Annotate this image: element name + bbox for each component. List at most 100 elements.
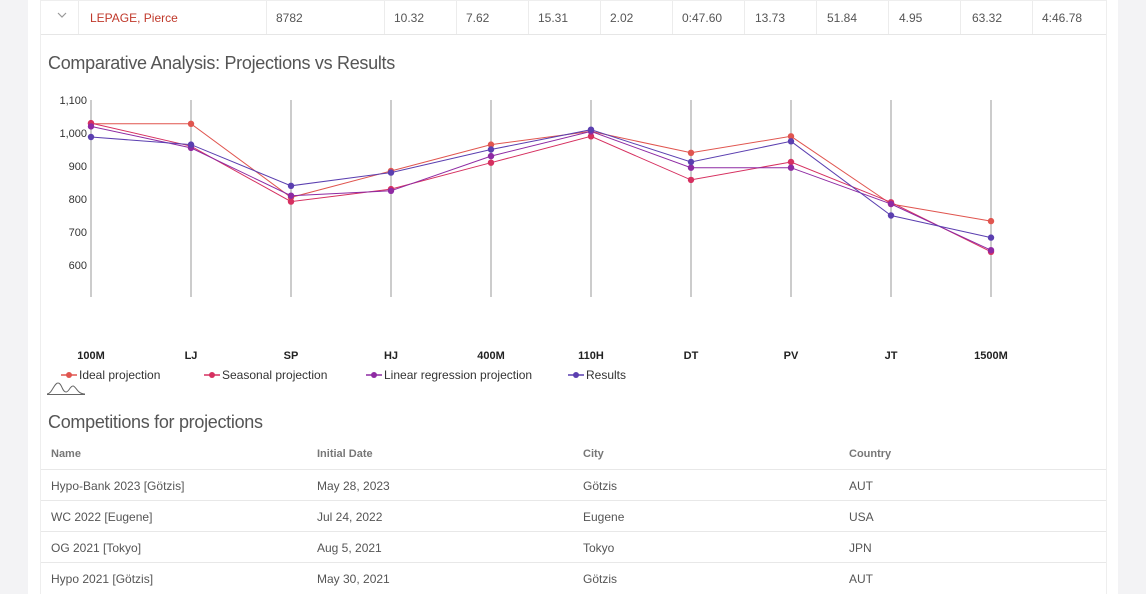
competition-date: Aug 5, 2021 [317,541,382,555]
competition-country: JPN [849,541,872,555]
content-card: LEPAGE, Pierce 8782 10.32 7.62 15.31 2.0… [40,0,1107,594]
competition-country: USA [849,510,874,524]
column-header-city[interactable]: City [583,448,604,460]
column-divider [744,1,745,34]
data-point [987,217,995,225]
athlete-table-row[interactable]: LEPAGE, Pierce 8782 10.32 7.62 15.31 2.0… [41,0,1106,35]
y-tick-label: 1,000 [59,128,87,140]
legend-label: Ideal projection [79,368,161,382]
column-header-initial-date[interactable]: Initial Date [317,448,373,460]
data-point [487,159,495,166]
column-divider [528,1,529,34]
x-tick-label: 1500M [974,350,1008,362]
column-divider [78,1,79,34]
mark-sp: 15.31 [538,11,569,25]
legend-marker [366,372,382,378]
comparison-line-chart: 100M LJ SP HJ 400M 110H DT PV JT 1500M 600 700 800 90… [59,95,1008,362]
chart-title: Comparative Analysis: Projections vs Res… [48,53,395,73]
y-tick-label: 800 [69,194,87,206]
data-point [287,182,295,189]
data-point [887,212,895,219]
table-row[interactable]: OG 2021 [Tokyo] Aug 5, 2021 Tokyo JPN [41,531,1106,562]
mark-1500m: 4:46.78 [1042,11,1083,25]
column-header-name[interactable]: Name [51,448,81,460]
total-points: 8782 [276,11,303,25]
column-header-country[interactable]: Country [849,448,891,460]
data-point [887,200,895,208]
x-tick-label: JT [885,350,898,362]
data-point [687,176,695,184]
table-row[interactable]: Hypo-Bank 2023 [Götzis] May 28, 2023 Göt… [41,469,1106,500]
data-point [87,123,95,130]
main-panel: LEPAGE, Pierce 8782 10.32 7.62 15.31 2.0… [28,0,1118,594]
table-row[interactable]: Hypo 2021 [Götzis] May 30, 2021 Götzis A… [41,562,1106,593]
data-point [787,138,795,145]
x-tick-label: 400M [477,350,505,362]
legend-label: Seasonal projection [222,368,328,382]
competition-city: Eugene [583,510,625,524]
competition-city: Götzis [583,572,618,586]
column-divider [266,1,267,34]
data-point [487,152,495,160]
x-tick-label: HJ [384,350,398,362]
x-tick-label: 100M [77,350,105,362]
data-point [287,198,295,205]
data-point [187,141,195,148]
mark-dt: 51.84 [827,11,858,25]
competition-date: May 30, 2021 [317,572,390,586]
table-row[interactable]: WC 2022 [Eugene] Jul 24, 2022 Eugene USA [41,500,1106,531]
bell-curve-icon[interactable] [46,380,86,396]
table-header: Name Initial Date City Country [41,440,1106,470]
legend-marker [568,372,584,378]
competition-name: WC 2022 [Eugene] [51,510,153,524]
x-tick-label: DT [684,350,699,362]
column-divider [456,1,457,34]
data-point [187,120,195,127]
competition-date: May 28, 2023 [317,479,390,493]
column-divider [1032,1,1033,34]
data-point [587,126,595,133]
column-divider [816,1,817,34]
mark-lj: 7.62 [466,11,490,25]
series-line [90,122,992,253]
column-divider [960,1,961,34]
column-divider [600,1,601,34]
data-point [987,247,995,254]
legend-marker [204,372,220,378]
x-tick-label: SP [284,350,299,362]
chevron-down-icon[interactable] [55,8,69,22]
data-point [387,169,395,176]
column-divider [672,1,673,34]
y-tick-label: 900 [69,161,87,173]
mark-110h: 13.73 [755,11,786,25]
competition-city: Tokyo [583,541,615,555]
competitions-title: Competitions for projections [48,412,263,432]
series-line [91,123,992,222]
x-tick-label: PV [784,350,799,362]
mark-pv: 4.95 [899,11,923,25]
competition-name: OG 2021 [Tokyo] [51,541,142,555]
competition-country: AUT [849,572,873,586]
data-point [687,149,695,156]
competition-date: Jul 24, 2022 [317,510,383,524]
data-point [487,146,495,153]
data-point [687,164,695,171]
athlete-name-link[interactable]: LEPAGE, Pierce [90,11,178,25]
mark-jt: 63.32 [972,11,1003,25]
competition-country: AUT [849,479,873,493]
data-point [87,133,95,141]
data-point [787,158,795,166]
y-tick-label: 600 [69,260,87,272]
series-line [90,129,992,239]
data-point [287,192,295,199]
data-point [387,187,395,194]
legend-marker [61,372,77,378]
x-tick-label: 110H [578,350,604,362]
data-point [687,158,695,166]
competition-name: Hypo-Bank 2023 [Götzis] [51,479,185,493]
x-tick-label: LJ [185,350,198,362]
data-point [987,234,995,241]
mark-400m: 0:47.60 [682,11,723,25]
mark-hj: 2.02 [610,11,634,25]
legend-label: Results [586,368,627,382]
